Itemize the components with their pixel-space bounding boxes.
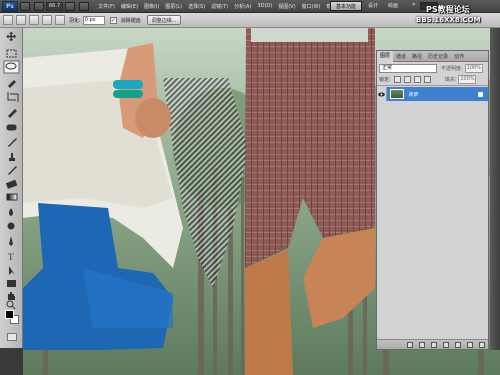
menu-item-8[interactable]: 视图(V): [275, 3, 298, 10]
menu-item-3[interactable]: 图层(L): [162, 3, 185, 10]
link-layers-icon[interactable]: [407, 341, 413, 348]
layers-panel: 图层 通道 路径 历史记录 动作 正常 不透明度: 100% 锁定: 填充: 1…: [376, 50, 489, 350]
menu-item-0[interactable]: 文件(F): [95, 3, 118, 10]
workspace-design-link[interactable]: 设计: [368, 2, 378, 9]
menu-item-7[interactable]: 3D(D): [254, 3, 275, 9]
eye-icon[interactable]: [377, 87, 387, 101]
antialias-checkbox[interactable]: ✓: [109, 16, 117, 24]
fill-input[interactable]: 100%: [458, 75, 477, 84]
eyedropper-icon[interactable]: [8, 109, 17, 118]
tab-history[interactable]: 历史记录: [425, 53, 451, 60]
feather-input[interactable]: 0 px: [82, 15, 105, 25]
layer-row-background[interactable]: 背景: [377, 87, 488, 101]
subtract-selection-icon[interactable]: [42, 15, 52, 25]
antialias-label: 消除锯齿: [120, 17, 141, 24]
layer-thumbnail: [390, 89, 404, 99]
workspace-painting-link[interactable]: 绘画: [388, 2, 398, 9]
lock-pixels-icon[interactable]: [403, 76, 411, 83]
healing-brush-icon[interactable]: [6, 124, 17, 131]
delete-layer-icon[interactable]: [479, 341, 485, 348]
dodge-icon[interactable]: [7, 222, 15, 230]
menu-item-6[interactable]: 分析(A): [231, 3, 254, 10]
menu-item-1[interactable]: 编辑(E): [118, 3, 141, 10]
ps-logo-icon: Ps: [2, 0, 18, 12]
refine-edge-button[interactable]: 调整边缘...: [146, 15, 182, 25]
crop-icon[interactable]: [7, 92, 19, 102]
workspace-more-icon[interactable]: »: [412, 1, 416, 8]
workspace-essentials-button[interactable]: 基本功能: [330, 1, 362, 11]
brush-icon[interactable]: [8, 138, 17, 147]
lasso-preset-icon[interactable]: [3, 15, 13, 25]
lock-row: 锁定: 填充: 100%: [377, 74, 488, 86]
zoom-level[interactable]: 66.7: [46, 1, 64, 11]
watermark-url: BBS.16XX8.COM: [416, 16, 481, 24]
tab-layers[interactable]: 图层: [377, 50, 394, 62]
menu-item-5[interactable]: 滤镜(T): [208, 3, 231, 10]
watermark-title: PS教程论坛: [426, 5, 470, 14]
menu-item-4[interactable]: 选择(S): [185, 3, 208, 10]
opacity-input[interactable]: 100%: [464, 63, 483, 73]
fill-label: 填充:: [444, 77, 457, 83]
menu-item-2[interactable]: 图像(I): [141, 3, 162, 10]
lock-position-icon[interactable]: [413, 76, 421, 83]
intersect-selection-icon[interactable]: [55, 15, 65, 25]
marquee-icon[interactable]: [6, 49, 17, 58]
quick-select-icon[interactable]: [8, 80, 16, 88]
adjustment-layer-icon[interactable]: [443, 341, 449, 348]
zoom-tool[interactable]: [0, 300, 23, 310]
shape-icon[interactable]: [7, 280, 16, 287]
bridge-button[interactable]: [20, 1, 30, 11]
new-selection-icon[interactable]: [16, 15, 26, 25]
opacity-label: 不透明度:: [441, 65, 463, 72]
lock-label: 锁定:: [379, 77, 391, 83]
blend-mode-select[interactable]: 正常: [379, 63, 437, 73]
arrange-docs-button[interactable]: [79, 1, 90, 11]
menu-item-9[interactable]: 窗口(W): [299, 3, 324, 10]
eraser-icon[interactable]: [5, 179, 18, 189]
mini-bridge-button[interactable]: [34, 1, 44, 11]
tool-icons: T: [3, 31, 20, 300]
layer-options-row: 正常 不透明度: 100%: [377, 62, 488, 74]
gradient-icon[interactable]: [6, 193, 18, 201]
move-icon[interactable]: [6, 31, 17, 42]
layer-name[interactable]: 背景: [408, 91, 418, 98]
foreground-color-swatch[interactable]: [5, 310, 14, 319]
collapsed-panels-strip[interactable]: [490, 28, 500, 350]
tab-paths[interactable]: 路径: [409, 53, 425, 60]
add-selection-icon[interactable]: [29, 15, 39, 25]
type-icon[interactable]: T: [8, 252, 14, 262]
eye-glyph: [378, 92, 385, 96]
path-select-icon[interactable]: [9, 266, 15, 275]
layer-mask-icon[interactable]: [431, 341, 437, 348]
tools-panel: T: [0, 28, 23, 348]
tab-channels[interactable]: 通道: [393, 53, 409, 60]
layers-panel-tabs: 图层 通道 路径 历史记录 动作: [377, 50, 488, 62]
pen-icon[interactable]: [9, 236, 13, 246]
quick-mask-button[interactable]: [7, 333, 17, 341]
feather-label: 羽化:: [69, 17, 81, 24]
layer-style-icon[interactable]: [419, 341, 425, 348]
new-group-icon[interactable]: [455, 341, 461, 348]
hand-icon[interactable]: [8, 292, 15, 300]
lock-icon: [478, 91, 483, 97]
history-brush-icon[interactable]: [8, 166, 17, 175]
new-layer-icon[interactable]: [467, 341, 473, 348]
lock-all-icon[interactable]: [423, 76, 431, 83]
tab-actions[interactable]: 动作: [451, 53, 467, 60]
lock-transparent-icon[interactable]: [393, 76, 401, 83]
view-extras-button[interactable]: [65, 1, 76, 11]
clone-stamp-icon[interactable]: [9, 153, 15, 161]
layers-panel-footer: [377, 339, 488, 349]
blur-icon[interactable]: [9, 208, 13, 216]
